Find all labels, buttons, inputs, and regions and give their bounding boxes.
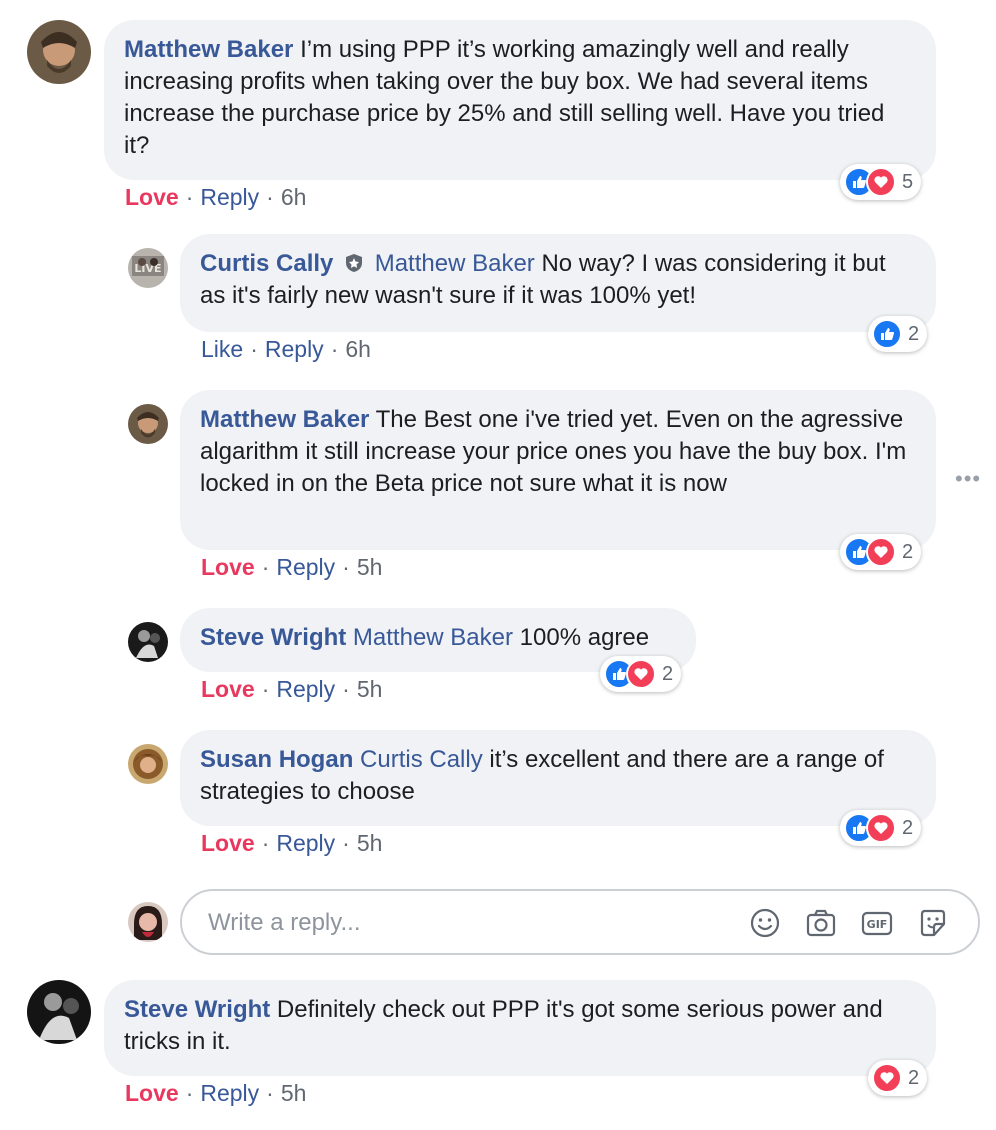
emoji-icon[interactable]	[748, 906, 782, 940]
mention-link[interactable]: Curtis Cally	[360, 746, 483, 773]
comment-actions: Like · Reply · 6h	[201, 336, 371, 362]
reaction-count[interactable]: 5	[840, 164, 922, 200]
reply-button[interactable]: Reply	[265, 336, 324, 362]
gif-icon[interactable]: GIF	[860, 906, 894, 940]
comment-text: 100% agree	[519, 624, 650, 651]
love-button[interactable]: Love	[201, 830, 255, 856]
avatar[interactable]: LIVE	[128, 248, 168, 288]
comment-author[interactable]: Steve Wright	[200, 624, 346, 651]
reaction-count-label: 2	[908, 322, 920, 345]
mention-link[interactable]: Matthew Baker	[353, 624, 513, 651]
comment-author[interactable]: Matthew Baker	[124, 36, 293, 63]
reaction-count[interactable]: 2	[868, 316, 928, 352]
reaction-count[interactable]: 2	[840, 810, 922, 846]
reply-button[interactable]: Reply	[200, 184, 259, 210]
comment-actions: Love · Reply · 5h	[201, 554, 383, 580]
love-button[interactable]: Love	[125, 184, 179, 210]
reaction-count[interactable]: 2	[600, 656, 682, 692]
love-reaction-icon	[626, 659, 656, 689]
comment-actions: Love · Reply · 6h	[125, 184, 307, 210]
timestamp[interactable]: 5h	[281, 1080, 307, 1106]
like-button[interactable]: Like	[201, 336, 243, 362]
reply-button[interactable]: Reply	[200, 1080, 259, 1106]
mention-link[interactable]: Matthew Baker	[375, 250, 535, 277]
reaction-count-label: 2	[902, 540, 914, 563]
timestamp[interactable]: 5h	[357, 830, 383, 856]
svg-text:GIF: GIF	[867, 918, 888, 931]
love-button[interactable]: Love	[201, 676, 255, 702]
reaction-count-label: 2	[902, 816, 914, 839]
reaction-count-label: 2	[662, 662, 674, 685]
sticker-icon[interactable]	[916, 906, 950, 940]
camera-icon[interactable]	[804, 906, 838, 940]
comment-actions: Love · Reply · 5h	[125, 1080, 307, 1106]
timestamp[interactable]: 5h	[357, 676, 383, 702]
love-button[interactable]: Love	[201, 554, 255, 580]
comment-bubble: Curtis Cally Matthew Baker No way? I was…	[180, 234, 936, 332]
reply-input[interactable]	[206, 905, 710, 941]
timestamp[interactable]: 5h	[357, 554, 383, 580]
comment-bubble: Matthew Baker The Best one i've tried ye…	[180, 390, 936, 550]
more-options-icon[interactable]: •••	[955, 466, 981, 492]
reaction-count-label: 2	[908, 1066, 920, 1089]
avatar[interactable]	[128, 622, 168, 662]
reaction-count-label: 5	[902, 170, 914, 193]
love-reaction-icon	[866, 813, 896, 843]
comment-bubble: Steve Wright Definitely check out PPP it…	[104, 980, 936, 1076]
avatar[interactable]	[27, 980, 91, 1044]
reaction-count[interactable]: 2	[868, 1060, 928, 1096]
current-user-avatar	[128, 902, 168, 942]
love-reaction-icon	[872, 1063, 902, 1093]
admin-badge-icon	[344, 250, 364, 272]
love-reaction-icon	[866, 537, 896, 567]
comment-author[interactable]: Matthew Baker	[200, 406, 369, 433]
avatar[interactable]	[128, 404, 168, 444]
avatar[interactable]	[128, 744, 168, 784]
love-reaction-icon	[866, 167, 896, 197]
avatar[interactable]	[27, 20, 91, 84]
comment-bubble: Susan Hogan Curtis Cally it’s excellent …	[180, 730, 936, 826]
comment-actions: Love · Reply · 5h	[201, 676, 383, 702]
reaction-count[interactable]: 2	[840, 534, 922, 570]
svg-text:LIVE: LIVE	[134, 262, 161, 275]
reply-button[interactable]: Reply	[276, 830, 335, 856]
like-reaction-icon	[872, 319, 902, 349]
comment-author[interactable]: Steve Wright	[124, 996, 270, 1023]
timestamp[interactable]: 6h	[281, 184, 307, 210]
timestamp[interactable]: 6h	[345, 336, 371, 362]
comment-actions: Love · Reply · 5h	[201, 830, 383, 856]
comment-author[interactable]: Curtis Cally	[200, 250, 333, 277]
comment-bubble: Matthew Baker I’m using PPP it’s working…	[104, 20, 936, 180]
love-button[interactable]: Love	[125, 1080, 179, 1106]
reply-button[interactable]: Reply	[276, 676, 335, 702]
reply-input-container[interactable]: GIF	[180, 889, 980, 955]
comment-author[interactable]: Susan Hogan	[200, 746, 353, 773]
reply-button[interactable]: Reply	[276, 554, 335, 580]
